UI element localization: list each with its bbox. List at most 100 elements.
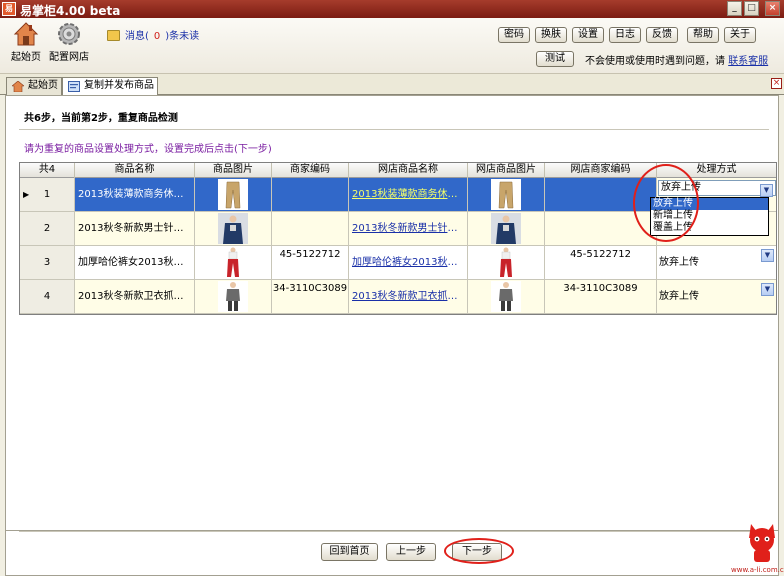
help-button[interactable]: 帮助	[687, 27, 719, 43]
shop-product-image-cell	[468, 178, 545, 211]
log-button[interactable]: 日志	[609, 27, 641, 43]
step-indicator: 共6步，当前第2步，重复商品检测	[24, 113, 178, 124]
row-header[interactable]: ▶ 1	[20, 178, 75, 211]
col-product-image[interactable]: 商品图片	[195, 163, 272, 178]
row-header[interactable]: 4	[20, 280, 75, 313]
tab-copy-publish[interactable]: 复制并发布商品	[62, 77, 158, 96]
message-count: 0	[153, 31, 161, 42]
row-header[interactable]: 2	[20, 212, 75, 245]
close-button[interactable]: ×	[765, 1, 780, 16]
product-name-cell[interactable]: 2013秋冬新款男士针织衫...	[75, 212, 195, 245]
sweater-model-thumbnail	[491, 213, 521, 244]
tab-copy-publish-label: 复制并发布商品	[84, 80, 154, 91]
envelope-icon	[107, 30, 120, 41]
product-name-cell[interactable]: 2013秋冬新款卫衣抓绒加...	[75, 280, 195, 313]
product-image-cell	[195, 178, 272, 211]
action-dropdown[interactable]: 放弃上传 ▼	[657, 246, 776, 279]
shop-product-name-link[interactable]: 加厚哈伦裤女2013秋冬...	[349, 246, 468, 279]
tab-home-label: 起始页	[28, 80, 58, 91]
merchant-code-cell[interactable]	[272, 212, 349, 245]
password-button[interactable]: 密码	[498, 27, 530, 43]
gear-icon	[58, 23, 80, 45]
row-index: 1	[43, 189, 51, 200]
message-suffix: )条未读	[165, 31, 200, 42]
watermark-text: www.a-li.com.c	[731, 566, 784, 574]
previous-step-button[interactable]: 上一步	[386, 543, 436, 561]
red-pants-thumbnail	[491, 247, 521, 278]
support-hint: 不会使用或使用时遇到问题，请 联系客服	[585, 52, 768, 67]
shop-merchant-code-cell[interactable]: 34-3110C3089	[545, 280, 657, 313]
hoodie-thumbnail	[218, 281, 248, 312]
mascot-logo	[749, 524, 775, 562]
tab-strip: 起始页 复制并发布商品	[0, 74, 784, 96]
about-button[interactable]: 关于	[724, 27, 756, 43]
row-index: 4	[43, 291, 51, 302]
minimize-button[interactable]: _	[727, 1, 742, 16]
window-title: 易掌柜4.00 beta	[20, 4, 121, 18]
shop-product-image-cell	[468, 246, 545, 279]
annotation-circle	[633, 164, 699, 242]
skin-button[interactable]: 换肤	[535, 27, 567, 43]
config-shop-label: 配置网店	[49, 52, 89, 63]
table-row[interactable]: 3 加厚哈伦裤女2013秋冬新... 45-5122712 加厚哈伦裤女2013…	[20, 246, 776, 280]
content-panel: 共6步，当前第2步，重复商品检测 请为重复的商品设置处理方式，设置完成后点击(下…	[5, 95, 779, 531]
action-value: 放弃上传	[659, 291, 699, 302]
test-button[interactable]: 测试	[536, 51, 574, 67]
merchant-code-cell[interactable]	[272, 178, 349, 211]
message-prefix: 消息(	[125, 31, 149, 42]
shop-product-name-link[interactable]: 2013秋装薄款商务休闲...	[349, 178, 468, 211]
product-image-cell	[195, 280, 272, 313]
config-shop-tool[interactable]: 配置网店	[43, 21, 95, 63]
table-row[interactable]: 4 2013秋冬新款卫衣抓绒加... 34-3110C3089 2013秋冬新款…	[20, 280, 776, 314]
col-merchant-code[interactable]: 商家编码	[272, 163, 349, 178]
row-index: 3	[43, 257, 51, 268]
col-shop-merchant-code[interactable]: 网店商家编码	[545, 163, 657, 178]
row-index: 2	[43, 223, 51, 234]
product-name-cell[interactable]: 2013秋装薄款商务休闲裤...	[75, 178, 195, 211]
shop-merchant-code-cell[interactable]: 45-5122712	[545, 246, 657, 279]
product-image-cell	[195, 246, 272, 279]
maximize-button[interactable]: □	[744, 1, 759, 16]
home-tool-label: 起始页	[11, 52, 41, 63]
title-bar: 易 易掌柜4.00 beta _ □ ×	[0, 0, 784, 18]
chevron-down-icon[interactable]: ▼	[760, 184, 773, 197]
chevron-down-icon[interactable]: ▼	[761, 283, 774, 296]
sweater-model-thumbnail	[218, 213, 248, 244]
message-indicator[interactable]: 消息( 0 )条未读	[107, 27, 199, 42]
close-tab-icon[interactable]: ×	[771, 78, 782, 89]
feedback-button[interactable]: 反馈	[646, 27, 678, 43]
contact-support-link[interactable]: 联系客服	[728, 56, 768, 67]
divider	[19, 129, 769, 130]
row-header[interactable]: 3	[20, 246, 75, 279]
merchant-code-cell[interactable]: 45-5122712	[272, 246, 349, 279]
chevron-down-icon[interactable]: ▼	[761, 249, 774, 262]
support-hint-text: 不会使用或使用时遇到问题，请	[585, 56, 725, 67]
document-icon	[68, 81, 80, 92]
annotation-circle	[444, 538, 514, 564]
divider	[19, 531, 769, 532]
tab-home[interactable]: 起始页	[6, 77, 62, 95]
action-dropdown[interactable]: 放弃上传 ▼	[657, 280, 776, 313]
merchant-code-cell[interactable]: 34-3110C3089	[272, 280, 349, 313]
shop-product-image-cell	[468, 212, 545, 245]
app-icon: 易	[2, 2, 16, 16]
action-value: 放弃上传	[659, 257, 699, 268]
shop-product-name-link[interactable]: 2013秋冬新款卫衣抓绒...	[349, 280, 468, 313]
grid-corner: 共4	[20, 163, 75, 178]
col-shop-product-name[interactable]: 网店商品名称	[349, 163, 468, 178]
row-pointer-icon: ▶	[23, 190, 30, 199]
house-icon	[13, 22, 39, 46]
hoodie-thumbnail	[491, 281, 521, 312]
settings-button[interactable]: 设置	[572, 27, 604, 43]
shop-product-name-link[interactable]: 2013秋冬新款男士针织...	[349, 212, 468, 245]
instruction-text: 请为重复的商品设置处理方式，设置完成后点击(下一步)	[24, 144, 272, 155]
khaki-pants-thumbnail	[491, 179, 521, 210]
back-to-home-button[interactable]: 回到首页	[321, 543, 378, 561]
product-image-cell	[195, 212, 272, 245]
product-name-cell[interactable]: 加厚哈伦裤女2013秋冬新...	[75, 246, 195, 279]
red-pants-thumbnail	[218, 247, 248, 278]
khaki-pants-thumbnail	[218, 179, 248, 210]
col-shop-product-image[interactable]: 网店商品图片	[468, 163, 545, 178]
col-product-name[interactable]: 商品名称	[75, 163, 195, 178]
shop-product-image-cell	[468, 280, 545, 313]
